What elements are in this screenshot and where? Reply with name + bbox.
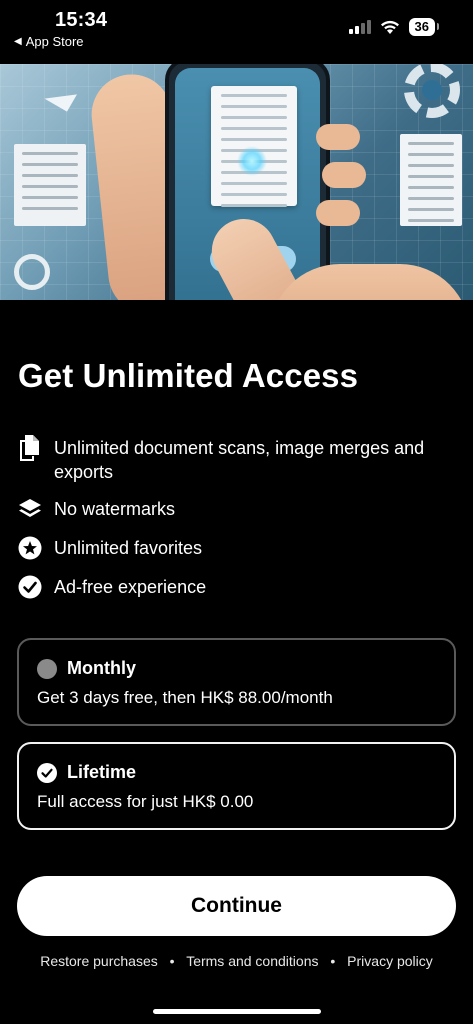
home-indicator[interactable]	[153, 1009, 321, 1014]
finger-illustration	[316, 124, 360, 150]
feature-item: No watermarks	[18, 497, 448, 521]
feature-list: Unlimited document scans, image merges a…	[18, 435, 448, 599]
checkmark-icon	[18, 575, 54, 599]
wifi-icon	[380, 20, 399, 34]
footer-separator: •	[169, 953, 175, 969]
back-to-app-store-link[interactable]: ◀ App Store	[14, 34, 84, 49]
radio-unselected-icon	[37, 658, 57, 679]
radio-selected-checkmark-icon	[37, 762, 57, 783]
plan-name: Monthly	[67, 658, 136, 678]
finger-illustration	[316, 200, 360, 226]
plan-description: Get 3 days free, then HK$ 88.00/month	[37, 688, 333, 707]
plan-header: Lifetime	[37, 762, 136, 783]
status-time: 15:34	[55, 9, 108, 31]
plan-description: Full access for just HK$ 0.00	[37, 792, 254, 811]
documents-icon	[18, 435, 54, 461]
layers-icon	[18, 497, 54, 521]
scan-glow	[237, 146, 267, 176]
plan-option-lifetime[interactable]: Lifetime Full access for just HK$ 0.00	[17, 742, 456, 830]
hero-illustration: Scan	[0, 64, 473, 300]
feature-text: Unlimited favorites	[54, 538, 203, 558]
plan-header: Monthly	[37, 658, 136, 679]
feature-text: Unlimited document scans, image merges a…	[54, 438, 425, 482]
page-title: Get Unlimited Access	[18, 357, 359, 394]
cellular-signal-icon	[348, 20, 371, 34]
footer-links: Restore purchases • Terms and conditions…	[0, 953, 473, 969]
feature-item: Unlimited favorites	[18, 536, 448, 560]
back-triangle-icon: ◀	[14, 36, 22, 47]
status-bar: 15:34 ◀ App Store 36	[0, 0, 473, 56]
back-app-label: App Store	[25, 34, 84, 49]
status-icons: 36	[348, 18, 440, 36]
footer-separator: •	[330, 953, 336, 969]
feature-item: Unlimited document scans, image merges a…	[18, 435, 448, 484]
finger-illustration	[322, 162, 366, 188]
document-illustration-left	[14, 144, 86, 226]
feature-text: Ad-free experience	[54, 577, 207, 597]
restore-purchases-link[interactable]: Restore purchases	[40, 953, 158, 969]
tool-icon	[14, 254, 50, 290]
plan-option-monthly[interactable]: Monthly Get 3 days free, then HK$ 88.00/…	[17, 638, 456, 726]
feature-text: No watermarks	[54, 499, 176, 519]
document-illustration-right	[400, 134, 462, 226]
plan-name: Lifetime	[67, 762, 137, 782]
battery-icon: 36	[408, 18, 440, 36]
feature-item: Ad-free experience	[18, 575, 448, 599]
terms-link[interactable]: Terms and conditions	[186, 953, 318, 969]
privacy-policy-link[interactable]: Privacy policy	[347, 953, 433, 969]
gear-icon	[404, 64, 460, 118]
star-icon	[18, 536, 54, 560]
continue-button[interactable]: Continue	[17, 876, 456, 936]
